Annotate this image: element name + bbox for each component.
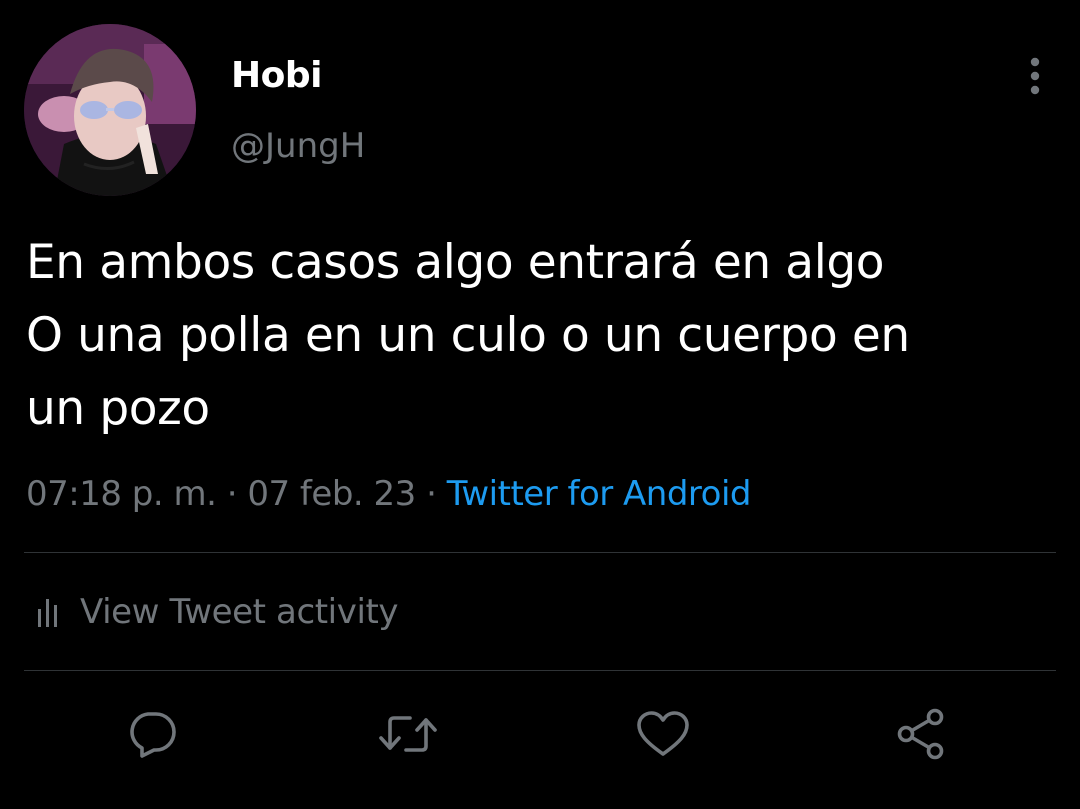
- display-name[interactable]: Hobi: [231, 54, 322, 98]
- heart-icon: [637, 711, 689, 756]
- tweet-line: un pozo: [26, 381, 210, 436]
- more-options-icon[interactable]: [1018, 54, 1052, 98]
- tweet-source-link[interactable]: Twitter for Android: [447, 474, 752, 514]
- reply-icon: [130, 712, 176, 758]
- tweet-line: En ambos casos algo entrará en algo: [26, 235, 885, 290]
- view-tweet-activity-label: View Tweet activity: [80, 592, 399, 632]
- user-handle[interactable]: @JungH: [231, 124, 365, 168]
- divider: [24, 670, 1056, 671]
- avatar-image: [24, 24, 196, 196]
- share-icon: [897, 708, 944, 760]
- reply-button[interactable]: [122, 706, 182, 762]
- tweet-line: O una polla en un culo o un cuerpo en: [26, 308, 910, 363]
- divider: [24, 552, 1056, 553]
- tweet-text: En ambos casos algo entrará en algo O un…: [26, 226, 1036, 445]
- retweet-button[interactable]: [378, 706, 438, 762]
- retweet-icon: [379, 716, 437, 752]
- like-button[interactable]: [633, 706, 693, 762]
- avatar[interactable]: [24, 24, 196, 196]
- meta-separator: ·: [226, 474, 238, 514]
- view-tweet-activity-button[interactable]: View Tweet activity: [36, 588, 399, 636]
- tweet-time: 07:18 p. m.: [26, 474, 217, 514]
- meta-separator: ·: [426, 474, 437, 514]
- share-button[interactable]: [892, 706, 952, 762]
- tweet-date: 07 feb. 23: [247, 474, 416, 514]
- tweet-meta: 07:18 p. m. · 07 feb. 23 · Twitter for A…: [26, 472, 752, 516]
- bar-chart-icon: [38, 599, 57, 627]
